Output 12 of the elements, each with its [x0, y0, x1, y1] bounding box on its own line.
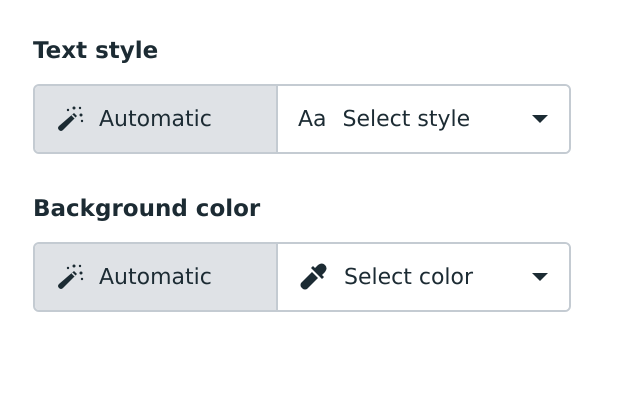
caret-icon — [531, 272, 549, 282]
automatic-option[interactable]: Automatic — [35, 244, 276, 310]
section-title: Background color — [33, 196, 262, 222]
magic-wand-icon — [55, 262, 85, 292]
automatic-option[interactable]: Automatic — [35, 86, 276, 152]
magic-wand-icon — [55, 104, 85, 134]
color-dropdown[interactable]: Select color — [276, 244, 569, 310]
section-title: Text style — [33, 38, 160, 64]
eyedropper-icon — [298, 262, 328, 292]
style-dropdown[interactable]: Aa Select style — [276, 86, 569, 152]
font-glyph: Aa — [298, 106, 327, 132]
caret-icon — [531, 114, 549, 124]
